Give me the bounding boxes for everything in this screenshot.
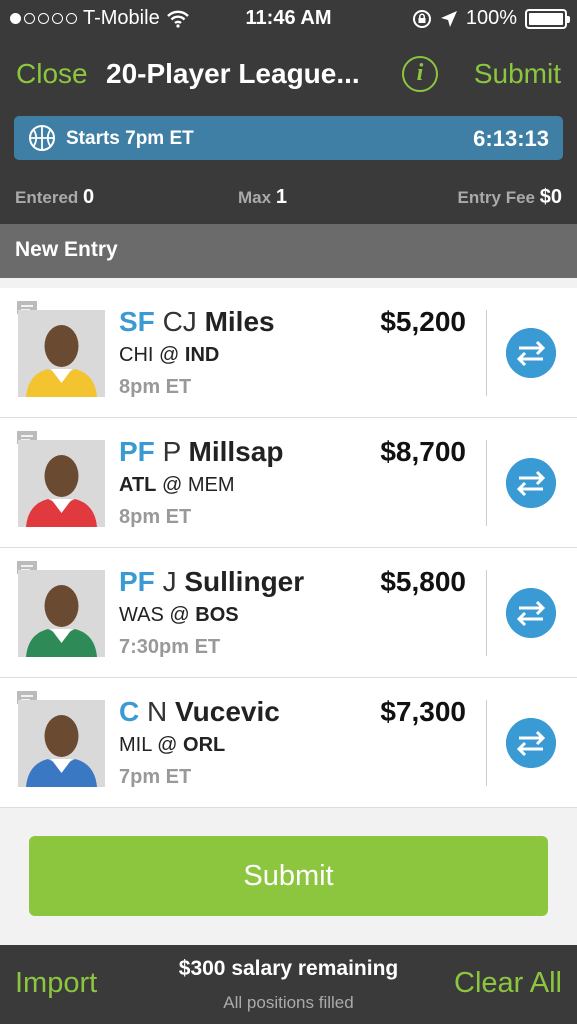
player-salary: $8,700 — [380, 436, 466, 467]
contest-header: Close 20-Player League... i Submit Start… — [0, 38, 577, 224]
away-team: MIL — [119, 734, 152, 756]
clear-all-button[interactable]: Clear All — [454, 967, 562, 1000]
footer-bar: Import $300 salary remaining All positio… — [0, 945, 577, 1024]
player-headshot-icon — [18, 310, 105, 397]
battery-icon — [525, 8, 570, 29]
player-initial: N — [147, 696, 168, 727]
matchup: ATL @ MEM — [119, 474, 235, 497]
entry-fee-value: $0 — [539, 186, 562, 208]
swap-player-icon[interactable] — [506, 458, 556, 508]
entered-value: 0 — [83, 186, 95, 208]
player-name: PF J Sullinger — [119, 566, 304, 598]
entered-stat: Entered 0 — [15, 186, 94, 209]
max-stat: Max 1 — [238, 186, 287, 209]
player-initial: J — [162, 566, 177, 597]
swap-player-icon[interactable] — [506, 588, 556, 638]
player-position: PF — [119, 436, 155, 467]
player-name: PF P Millsap — [119, 436, 283, 468]
contest-start-bar: Starts 7pm ET 6:13:13 — [14, 116, 563, 160]
player-position: PF — [119, 566, 155, 597]
game-time: 7pm ET — [119, 766, 192, 788]
matchup: CHI @ IND — [119, 344, 219, 367]
player-list: SF CJ Miles $5,200 CHI @ IND 8pm ET PF P… — [0, 288, 577, 808]
battery-percent: 100% — [465, 7, 517, 29]
home-team: MEM — [187, 474, 235, 496]
player-last-name: Millsap — [188, 436, 284, 467]
player-last-name: Sullinger — [184, 566, 305, 597]
entry-fee-stat: Entry Fee $0 — [458, 186, 562, 209]
player-last-name: Vucevic — [175, 696, 280, 727]
row-divider — [486, 310, 487, 396]
player-photo — [18, 440, 105, 527]
max-label: Max — [238, 188, 272, 207]
location-arrow-icon — [440, 10, 457, 27]
player-headshot-icon — [18, 700, 105, 787]
submit-area: Submit — [0, 808, 577, 945]
player-row[interactable]: C N Vucevic $7,300 MIL @ ORL 7pm ET — [0, 678, 577, 808]
submit-button[interactable]: Submit — [29, 836, 548, 916]
player-headshot-icon — [18, 570, 105, 657]
rotation-lock-icon — [412, 9, 431, 28]
game-time: 7:30pm ET — [119, 636, 221, 658]
player-row[interactable]: PF P Millsap $8,700 ATL @ MEM 8pm ET — [0, 418, 577, 548]
nav-bar: Close 20-Player League... i Submit — [0, 56, 577, 96]
player-photo — [18, 700, 105, 787]
entered-label: Entered — [15, 188, 79, 207]
player-name: SF CJ Miles — [119, 306, 275, 338]
status-bar: T-Mobile 11:46 AM 100% — [0, 0, 577, 38]
entry-fee-label: Entry Fee — [457, 188, 536, 207]
at-symbol: @ — [169, 604, 190, 626]
max-value: 1 — [275, 186, 287, 208]
player-row[interactable]: PF J Sullinger $5,800 WAS @ BOS 7:30pm E… — [0, 548, 577, 678]
player-salary: $5,200 — [380, 306, 466, 337]
player-name: C N Vucevic — [119, 696, 280, 728]
game-time: 8pm ET — [119, 376, 192, 398]
home-team: ORL — [183, 734, 226, 756]
status-right: 100% — [412, 7, 570, 30]
basketball-icon — [29, 125, 55, 151]
player-position: C — [119, 696, 140, 727]
row-divider — [486, 440, 487, 526]
page-title: 20-Player League... — [106, 58, 360, 89]
game-time: 8pm ET — [119, 506, 192, 528]
away-team: CHI — [119, 344, 154, 366]
player-initial: P — [162, 436, 181, 467]
at-symbol: @ — [159, 344, 180, 366]
swap-player-icon[interactable] — [506, 328, 556, 378]
row-divider — [486, 570, 487, 656]
countdown-timer: 6:13:13 — [473, 126, 549, 151]
player-initial: CJ — [162, 306, 197, 337]
away-team: ATL — [119, 474, 157, 496]
player-photo — [18, 570, 105, 657]
player-salary: $7,300 — [380, 696, 466, 727]
player-salary: $5,800 — [380, 566, 466, 597]
home-team: BOS — [195, 604, 239, 626]
at-symbol: @ — [161, 474, 183, 496]
close-button[interactable]: Close — [16, 58, 88, 90]
section-title: New Entry — [0, 224, 577, 278]
away-team: WAS — [119, 604, 164, 626]
home-team: IND — [184, 344, 220, 366]
at-symbol: @ — [157, 734, 178, 756]
start-time: Starts 7pm ET — [66, 128, 194, 149]
player-last-name: Miles — [204, 306, 275, 337]
contest-stats: Entered 0 Max 1 Entry Fee $0 — [0, 186, 577, 212]
info-icon[interactable]: i — [402, 56, 438, 92]
row-divider — [486, 700, 487, 786]
player-position: SF — [119, 306, 155, 337]
player-photo — [18, 310, 105, 397]
matchup: WAS @ BOS — [119, 604, 239, 627]
swap-player-icon[interactable] — [506, 718, 556, 768]
player-row[interactable]: SF CJ Miles $5,200 CHI @ IND 8pm ET — [0, 288, 577, 418]
submit-top-button[interactable]: Submit — [474, 58, 561, 90]
matchup: MIL @ ORL — [119, 734, 225, 757]
player-headshot-icon — [18, 440, 105, 527]
